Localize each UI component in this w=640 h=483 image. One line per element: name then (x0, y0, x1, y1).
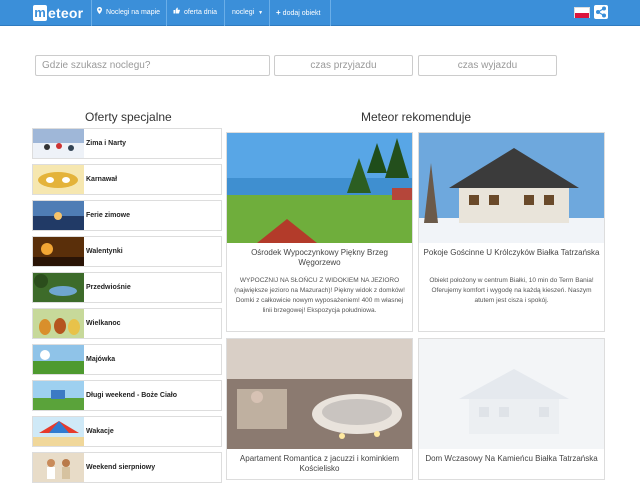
offer-label: Walentynki (86, 248, 123, 255)
caret-down-icon: ▼ (258, 10, 264, 16)
card-description: Obiekt położony w centrum Białki, 10 min… (429, 277, 594, 304)
nav-divider (269, 0, 270, 26)
nav-lodging-dropdown[interactable]: noclegi ▼ (232, 0, 263, 26)
offer-label: Karnawał (86, 176, 118, 183)
recommendation-card[interactable]: Pokoje Gościnne U Królczyków Białka Tatr… (418, 132, 605, 332)
logo-text: eteor (48, 5, 84, 21)
special-offers-title: Oferty specjalne (85, 110, 172, 124)
offer-item-winter-break[interactable]: Ferie zimowe (32, 200, 222, 231)
easter-thumbnail (33, 309, 84, 338)
departure-date-input[interactable]: czas wyjazdu (418, 55, 557, 76)
winter-thumbnail (33, 129, 84, 158)
map-marker-icon (97, 7, 104, 16)
offer-item-summer[interactable]: Wakacje (32, 416, 222, 447)
search-input[interactable]: Gdzie szukasz noclegu? (35, 55, 270, 76)
nav-divider (330, 0, 331, 26)
offer-label: Przedwiośnie (86, 284, 131, 291)
jacuzzi-apartment-photo (227, 339, 412, 449)
nav-offer-day-label: oferta dnia (183, 9, 218, 16)
nav-divider (91, 0, 92, 26)
offer-label: Weekend sierpniowy (86, 464, 156, 471)
offer-label: Długi weekend - Boże Ciało (86, 392, 178, 399)
valentines-thumbnail (33, 237, 84, 266)
card-title[interactable]: Dom Wczasowy Na Kamieńcu Białka Tatrzańs… (423, 454, 600, 464)
recommendation-card[interactable]: Apartament Romantica z jacuzzi i kominki… (226, 338, 413, 480)
nav-divider (224, 0, 225, 26)
long-weekend-thumbnail (33, 381, 84, 410)
offer-item-may-weekend[interactable]: Majówka (32, 344, 222, 375)
offer-item-early-spring[interactable]: Przedwiośnie (32, 272, 222, 303)
offer-label: Majówka (86, 356, 116, 363)
plus-icon: + (276, 8, 281, 17)
lake-resort-photo (227, 133, 412, 243)
card-title[interactable]: Apartament Romantica z jacuzzi i kominki… (231, 454, 408, 474)
offer-label: Zima i Narty (86, 140, 127, 147)
nav-add-property-link[interactable]: + dodaj obiekt (276, 0, 320, 26)
recommendation-card[interactable]: Dom Wczasowy Na Kamieńcu Białka Tatrzańs… (418, 338, 605, 480)
offer-label: Wakacje (86, 428, 114, 435)
recommendation-card[interactable]: Ośrodek Wypoczynkowy Piękny Brzeg Węgorz… (226, 132, 413, 332)
recommend-title: Meteor rekomenduje (361, 110, 472, 124)
august-weekend-thumbnail (33, 453, 84, 482)
logo-mark: m (33, 5, 47, 21)
card-description: WYPOCZNIJ NA SŁOŃCU Z WIDOKIEM NA JEZIOR… (234, 277, 405, 314)
offer-item-carnival[interactable]: Karnawał (32, 164, 222, 195)
may-weekend-thumbnail (33, 345, 84, 374)
top-navbar: m eteor Noclegi na mapie oferta dnia noc… (0, 0, 640, 26)
nav-offer-day-link[interactable]: oferta dnia (173, 0, 217, 26)
offer-label: Wielkanoc (86, 320, 121, 327)
carnival-thumbnail (33, 165, 84, 194)
card-title[interactable]: Pokoje Gościnne U Królczyków Białka Tatr… (423, 248, 600, 258)
share-icon[interactable] (594, 5, 608, 19)
nav-divider (166, 0, 167, 26)
polish-flag-icon[interactable] (574, 7, 590, 18)
winter-break-thumbnail (33, 201, 84, 230)
guesthouse-photo (419, 133, 604, 243)
arrival-date-input[interactable]: czas przyjazdu (274, 55, 413, 76)
offer-item-august-weekend[interactable]: Weekend sierpniowy (32, 452, 222, 483)
nav-lodging-label: noclegi (232, 9, 255, 16)
nav-map-link[interactable]: Noclegi na mapie (97, 0, 160, 26)
early-spring-thumbnail (33, 273, 84, 302)
offer-item-easter[interactable]: Wielkanoc (32, 308, 222, 339)
holiday-house-photo (419, 339, 604, 449)
nav-add-label: dodaj obiekt (282, 10, 321, 17)
summer-thumbnail (33, 417, 84, 446)
thumbs-up-icon (173, 7, 182, 16)
offer-item-winter[interactable]: Zima i Narty (32, 128, 222, 159)
nav-map-label: Noclegi na mapie (105, 9, 161, 16)
offer-item-long-weekend[interactable]: Długi weekend - Boże Ciało (32, 380, 222, 411)
card-title[interactable]: Ośrodek Wypoczynkowy Piękny Brzeg Węgorz… (231, 248, 408, 268)
offer-label: Ferie zimowe (86, 212, 130, 219)
offer-item-valentines[interactable]: Walentynki (32, 236, 222, 267)
meteor-logo[interactable]: m eteor (33, 4, 83, 22)
